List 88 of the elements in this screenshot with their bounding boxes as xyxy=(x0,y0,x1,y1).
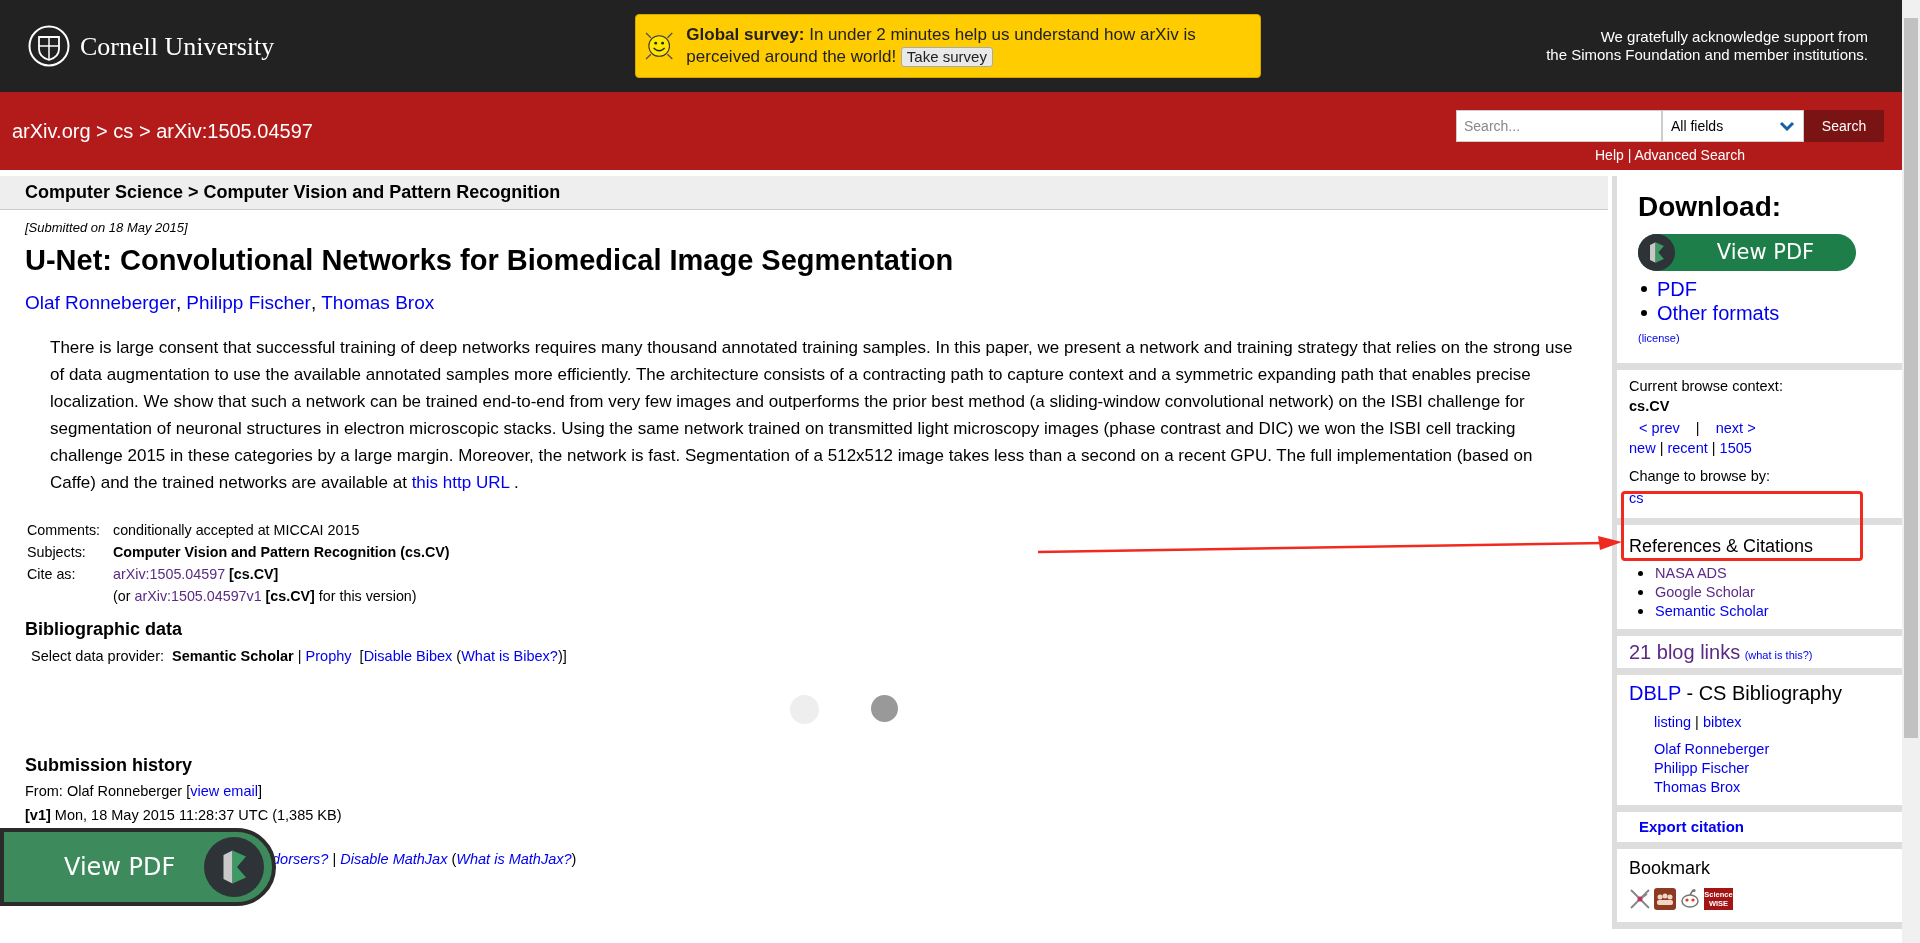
network-icon[interactable] xyxy=(1629,887,1651,910)
link[interactable]: this http URL xyxy=(411,473,510,492)
search-button[interactable]: Search xyxy=(1804,110,1884,142)
link[interactable]: bibtex xyxy=(1702,714,1742,730)
scrollbar[interactable] xyxy=(1902,0,1920,943)
blog-links[interactable]: 21 blog links xyxy=(1629,641,1741,663)
link[interactable]: view email xyxy=(190,782,258,799)
category-breadcrumb: Computer Science > Computer Vision and Pattern Recognition xyxy=(25,181,561,204)
history-line: [v1] Mon, 18 May 2015 11:28:37 UTC (1,385 KB) xyxy=(25,805,343,825)
bullet-icon xyxy=(1638,571,1643,576)
university-name[interactable]: Cornell University xyxy=(80,26,275,66)
link[interactable]: arXiv:1505.04597v1 xyxy=(134,588,262,604)
breadcrumb[interactable]: arXiv.org > cs > arXiv:1505.04597 xyxy=(12,116,313,146)
author-separator: , xyxy=(176,290,182,315)
metadata-value: (or arXiv:1505.04597v1 [cs.CV] for this version) xyxy=(113,587,417,606)
field-select[interactable]: All fields xyxy=(1662,110,1804,142)
chevron-down-icon xyxy=(1779,121,1795,131)
abstract-text: There is large consent that successful training of deep networks requires many thousand annotated training samples. In this paper, we present a network and training strategy that relies on the strong use of data augmentation to use the available annotated samples more efficiently. The architecture consists of a contracting path to capture context and a symmetric expanding path that enables precise localization. We show that such a network can be trained end-to-end from very few images and outperforms the prior best method (a sliding-window convolutional network) on the ISBI challenge for segmentation of neuronal structures in electron microscopic stacks. Using the same network trained on transmitted light microscopy images (phase contrast and DIC) we won the ISBI cell tracking challenge 2015 in these categories by a large margin. Moreover, the network is fast. Segmentation of a 512x512 image takes less than a second on a recent GPU. The full implementation (based on Caffe) and the trained networks are available at this http URL . xyxy=(50,337,1574,494)
bullet-icon xyxy=(1641,310,1647,316)
author-link[interactable]: Thomas Brox xyxy=(321,288,435,317)
support-text: the Simons Foundation and member institutions. xyxy=(1546,46,1868,64)
link[interactable]: Disable Bibex xyxy=(363,648,453,664)
author-separator: , xyxy=(310,290,317,315)
author-link[interactable]: Philipp Fischer xyxy=(186,288,311,317)
pdf-logo-icon xyxy=(1638,234,1675,271)
metadata-value: Computer Vision and Pattern Recognition (cs.CV) xyxy=(113,543,450,562)
metadata-label: Subjects: xyxy=(27,544,86,560)
bullet-icon xyxy=(1638,590,1643,595)
view-pdf-button[interactable]: View PDF xyxy=(1638,234,1856,271)
browse-context: cs.CV xyxy=(1629,397,1671,416)
format-link[interactable]: PDF xyxy=(1657,277,1697,301)
metadata-label: Comments: xyxy=(27,522,101,538)
scrollbar-thumb[interactable] xyxy=(1904,18,1918,738)
submission-date: [Submitted on 18 May 2015] xyxy=(25,219,189,237)
link[interactable]: What is MathJax? xyxy=(456,850,572,867)
pdf-logo-icon xyxy=(204,837,264,897)
dblp-links: listing | bibtex xyxy=(1654,713,1743,732)
references-heading: References & Citations xyxy=(1629,535,1815,558)
metadata-value: arXiv:1505.04597 [cs.CV] xyxy=(113,565,279,584)
what-is-this-link[interactable]: (what is this?) xyxy=(1744,649,1813,661)
license-link[interactable]: (license) xyxy=(1638,332,1680,344)
link[interactable]: DBLP xyxy=(1629,682,1681,704)
people-icon[interactable] xyxy=(1654,887,1676,910)
change-browse-label: Change to browse by: xyxy=(1629,467,1772,486)
survey-text: Global survey: In under 2 minutes help us understand how arXiv is perceived around the world! Take survey xyxy=(686,24,1197,68)
author-link[interactable]: Philipp Fischer xyxy=(1654,758,1750,778)
format-link[interactable]: Other formats xyxy=(1657,301,1780,325)
data-provider-line: Select data provider: Semantic Scholar | Prophy [Disable Bibex (What is Bibex?)] xyxy=(31,647,568,666)
link[interactable]: next > xyxy=(1715,420,1756,436)
download-heading: Download: xyxy=(1638,190,1783,224)
category-link[interactable]: cs xyxy=(1629,488,1644,508)
metadata-value: conditionally accepted at MICCAI 2015 xyxy=(113,521,360,540)
link[interactable]: recent xyxy=(1667,440,1708,456)
bullet-icon xyxy=(1638,609,1643,614)
metadata-label: Cite as: xyxy=(27,566,76,582)
link[interactable]: new xyxy=(1629,440,1656,456)
link[interactable]: listing xyxy=(1654,714,1692,730)
link[interactable]: Advanced Search xyxy=(1634,147,1745,163)
search-links: Help | Advanced Search xyxy=(1595,146,1745,165)
link[interactable]: Disable MathJax xyxy=(340,850,448,867)
link[interactable]: < prev xyxy=(1639,420,1680,436)
reference-link[interactable]: Semantic Scholar xyxy=(1655,602,1769,621)
bullet-icon xyxy=(1641,286,1647,292)
section-heading: Bibliographic data xyxy=(25,618,184,641)
author-link[interactable]: Thomas Brox xyxy=(1654,777,1741,797)
robot-icon[interactable] xyxy=(1679,887,1701,910)
link[interactable]: Help xyxy=(1595,147,1624,163)
author-link[interactable]: Olaf Ronneberger xyxy=(25,288,177,317)
bookmark-heading: Bookmark xyxy=(1629,856,1712,880)
link[interactable]: Prophy xyxy=(305,648,352,664)
link[interactable]: 1505 xyxy=(1719,440,1752,456)
take-survey-button[interactable]: Take survey xyxy=(900,47,993,67)
author-link[interactable]: Olaf Ronneberger xyxy=(1654,739,1770,759)
section-heading: Submission history xyxy=(25,753,194,777)
reference-link[interactable]: Google Scholar xyxy=(1655,583,1755,602)
university-seal-icon[interactable] xyxy=(28,25,70,67)
browse-context-label: Current browse context: xyxy=(1629,377,1784,396)
link[interactable]: arXiv:1505.04597 xyxy=(113,566,226,582)
browse-lists: new | recent | 1505 xyxy=(1629,438,1902,458)
history-line: From: Olaf Ronneberger [view email] xyxy=(25,781,263,801)
browse-nav: < prev | next > xyxy=(1639,419,1757,438)
support-text: We gratefully acknowledge support from xyxy=(1600,28,1868,46)
reference-link[interactable]: NASA ADS xyxy=(1655,564,1727,583)
dblp-title: DBLP - CS Bibliography xyxy=(1629,681,1844,706)
export-citation-link[interactable]: Export citation xyxy=(1639,817,1744,835)
link[interactable]: What is Bibex? xyxy=(461,648,558,664)
search-field[interactable]: Search... xyxy=(1456,110,1662,142)
paper-title: U-Net: Convolutional Networks for Biomedical Image Segmentation xyxy=(25,242,955,278)
